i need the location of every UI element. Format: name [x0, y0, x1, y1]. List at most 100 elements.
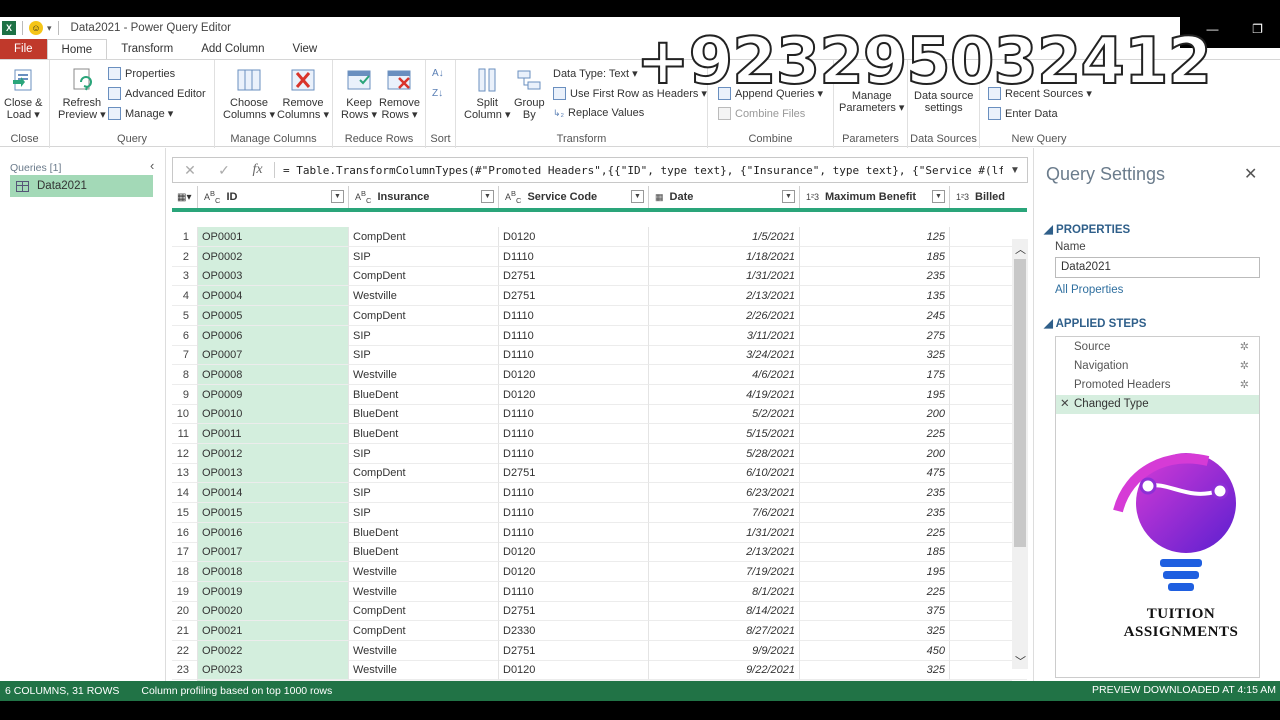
column-type-icon[interactable]: ▦	[655, 192, 664, 203]
table-cell[interactable]: SIP	[349, 246, 499, 267]
tab-home[interactable]: Home	[46, 39, 108, 59]
gear-icon[interactable]: ✲	[1240, 357, 1249, 376]
gear-icon[interactable]: ✲	[1240, 376, 1249, 395]
table-cell[interactable]: OP0007	[198, 345, 349, 366]
table-cell[interactable]: D2330	[499, 621, 649, 641]
table-cell[interactable]: D2751	[499, 640, 649, 661]
table-cell[interactable]: 2/26/2021	[649, 305, 800, 326]
table-cell[interactable]: OP0009	[198, 384, 349, 405]
table-cell[interactable]: 4/6/2021	[649, 364, 800, 385]
table-cell[interactable]: 1/31/2021	[649, 522, 800, 543]
table-cell[interactable]: CompDent	[349, 463, 499, 484]
confirm-formula-icon[interactable]: ✓	[207, 162, 241, 179]
table-cell[interactable]: CompDent	[349, 621, 499, 641]
table-cell[interactable]: 6/10/2021	[649, 463, 800, 484]
enter-data-button[interactable]: Enter Data	[988, 107, 1058, 120]
table-cell[interactable]: D2751	[499, 266, 649, 287]
table-cell[interactable]: CompDent	[349, 266, 499, 287]
manage-button[interactable]: Manage ▾	[108, 107, 173, 120]
table-cell[interactable]: SIP	[349, 502, 499, 523]
table-cell[interactable]: 200	[800, 404, 950, 425]
table-cell[interactable]: Westville	[349, 660, 499, 681]
table-cell[interactable]: D0120	[499, 227, 649, 247]
table-cell[interactable]: 235	[800, 266, 950, 287]
properties-section[interactable]: ◢ PROPERTIES	[1044, 222, 1130, 236]
table-cell[interactable]: Westville	[349, 640, 499, 661]
table-cell[interactable]: 245	[800, 305, 950, 326]
table-cell[interactable]: D1110	[499, 305, 649, 326]
gear-icon[interactable]: ✲	[1240, 338, 1249, 357]
table-cell[interactable]: 8/27/2021	[649, 621, 800, 641]
table-cell[interactable]: D0120	[499, 561, 649, 582]
table-cell[interactable]: 3/24/2021	[649, 345, 800, 366]
group-by-button[interactable]: Group By	[514, 66, 545, 121]
table-cell[interactable]: D1110	[499, 246, 649, 267]
table-cell[interactable]: 9/22/2021	[649, 660, 800, 681]
scroll-up-icon[interactable]: ︿	[1015, 241, 1026, 257]
table-cell[interactable]: D1110	[499, 443, 649, 464]
table-cell[interactable]: BlueDent	[349, 542, 499, 563]
table-cell[interactable]: OP0014	[198, 483, 349, 504]
table-cell[interactable]: OP0023	[198, 660, 349, 681]
table-cell[interactable]: 5/15/2021	[649, 424, 800, 444]
table-cell[interactable]: OP0002	[198, 246, 349, 267]
function-fx-icon[interactable]: fx	[241, 162, 275, 178]
table-cell[interactable]: 200	[800, 443, 950, 464]
table-cell[interactable]: OP0013	[198, 463, 349, 484]
column-header-billed[interactable]: 1²3 Billed	[950, 186, 1027, 208]
table-cell[interactable]: OP0019	[198, 581, 349, 602]
table-cell[interactable]: BlueDent	[349, 522, 499, 543]
table-cell[interactable]: 325	[800, 345, 950, 366]
table-cell[interactable]: OP0016	[198, 522, 349, 543]
column-filter-dropdown-icon[interactable]: ▼	[331, 190, 344, 203]
vertical-scrollbar[interactable]: ︿ ﹀	[1012, 239, 1028, 669]
table-cell[interactable]: OP0015	[198, 502, 349, 523]
table-cell[interactable]: D2751	[499, 286, 649, 307]
table-cell[interactable]: 325	[800, 660, 950, 681]
table-cell[interactable]: OP0006	[198, 325, 349, 346]
table-cell[interactable]: 195	[800, 561, 950, 582]
column-type-icon[interactable]: ABC	[355, 189, 371, 205]
formula-expand-chevron-icon[interactable]: ▼	[1003, 165, 1027, 176]
table-cell[interactable]: 7/6/2021	[649, 502, 800, 523]
column-type-icon[interactable]: 1²3	[806, 192, 819, 202]
close-load-button[interactable]: Close & Load ▾	[4, 66, 43, 121]
table-cell[interactable]: 3/11/2021	[649, 325, 800, 346]
table-cell[interactable]: 8/1/2021	[649, 581, 800, 602]
table-cell[interactable]: OP0021	[198, 621, 349, 641]
table-cell[interactable]: OP0011	[198, 424, 349, 444]
table-cell[interactable]: 135	[800, 286, 950, 307]
table-cell[interactable]: OP0010	[198, 404, 349, 425]
column-type-icon[interactable]: 1²3	[956, 192, 969, 202]
table-cell[interactable]: D1110	[499, 581, 649, 602]
column-header-id[interactable]: ABC ID ▼	[198, 186, 349, 208]
table-cell[interactable]: OP0004	[198, 286, 349, 307]
table-cell[interactable]: OP0018	[198, 561, 349, 582]
table-cell[interactable]: D0120	[499, 660, 649, 681]
step-source[interactable]: Source ✲	[1056, 338, 1259, 357]
table-cell[interactable]: OP0005	[198, 305, 349, 326]
table-cell[interactable]: 1/31/2021	[649, 266, 800, 287]
table-cell[interactable]: 125	[800, 227, 950, 247]
table-cell[interactable]: SIP	[349, 443, 499, 464]
table-cell[interactable]: 185	[800, 542, 950, 563]
column-type-icon[interactable]: ABC	[204, 189, 220, 205]
table-cell[interactable]: 7/19/2021	[649, 561, 800, 582]
column-filter-dropdown-icon[interactable]: ▼	[782, 190, 795, 203]
table-cell[interactable]: D1110	[499, 325, 649, 346]
table-cell[interactable]: BlueDent	[349, 404, 499, 425]
query-name-input[interactable]: Data2021	[1055, 257, 1260, 278]
step-navigation[interactable]: Navigation ✲	[1056, 357, 1259, 376]
table-cell[interactable]: D0120	[499, 364, 649, 385]
table-cell[interactable]: SIP	[349, 345, 499, 366]
table-cell[interactable]: Westville	[349, 581, 499, 602]
remove-rows-button[interactable]: Remove Rows ▾	[379, 66, 420, 121]
table-cell[interactable]: 275	[800, 325, 950, 346]
table-cell[interactable]: 2/13/2021	[649, 286, 800, 307]
tab-view[interactable]: View	[279, 39, 332, 59]
table-cell[interactable]: 325	[800, 621, 950, 641]
table-cell[interactable]: 6/23/2021	[649, 483, 800, 504]
split-column-button[interactable]: Split Column ▾	[464, 66, 510, 121]
table-cell[interactable]: OP0001	[198, 227, 349, 247]
vertical-scroll-thumb[interactable]	[1014, 259, 1026, 547]
